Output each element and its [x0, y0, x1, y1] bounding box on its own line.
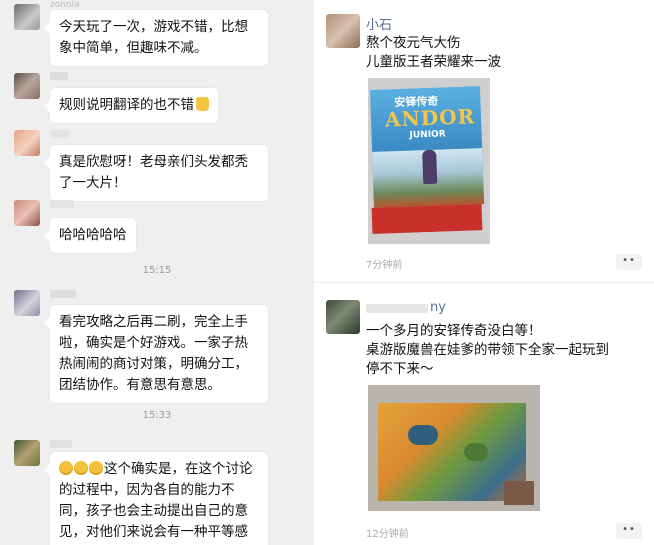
avatar[interactable]: [326, 300, 360, 334]
post-photo[interactable]: 安铎传奇 ANDOR JUNIOR: [368, 78, 490, 244]
post-divider: [314, 282, 654, 283]
sender-nick: [50, 290, 76, 298]
sender-nick: [50, 130, 70, 138]
message-text: 今天玩了一次，游戏不错，比想象中简单，但趣味不减。: [59, 19, 248, 56]
post-time: 12分钟前: [366, 529, 409, 540]
message-bubble[interactable]: 这个确实是，在这个讨论的过程中，因为各自的能力不同，孩子也会主动提出自己的意见，…: [44, 452, 268, 545]
message-bubble[interactable]: 规则说明翻译的也不错: [44, 88, 218, 123]
thumbs-up-icon: [196, 97, 209, 111]
avatar[interactable]: [14, 200, 40, 226]
group-chat-panel: zonnla 今天玩了一次，游戏不错，比想象中简单，但趣味不减。 规则说明翻译的…: [0, 0, 314, 545]
message-text: 这个确实是，在这个讨论的过程中，因为各自的能力不同，孩子也会主动提出自己的意见，…: [59, 461, 253, 540]
post-author[interactable]: 小石: [366, 14, 392, 33]
sender-nick: [50, 72, 68, 80]
emoji-icon: [89, 461, 103, 475]
game-box: 安铎传奇 ANDOR JUNIOR: [369, 86, 485, 208]
message-bubble[interactable]: 真是欣慰呀！老母亲们头发都秃了一大片！: [44, 145, 268, 201]
timestamp: 15:15: [142, 265, 172, 276]
post-text-line: 儿童版王者荣耀来一波: [366, 54, 501, 70]
more-options-button[interactable]: ••: [616, 254, 642, 270]
post-text-line: 一个多月的安铎传奇没白等！: [366, 323, 542, 339]
post-photo[interactable]: [368, 385, 540, 511]
message-text: 看完攻略之后再二刷，完全上手啦，确实是个好游戏。一家子热热闹闹的商讨对策，明确分…: [59, 314, 248, 393]
timestamp: 15:33: [142, 410, 172, 421]
message-bubble[interactable]: 哈哈哈哈哈: [44, 218, 136, 253]
message-bubble[interactable]: 今天玩了一次，游戏不错，比想象中简单，但趣味不减。: [44, 10, 268, 66]
card-stack: [504, 481, 534, 505]
box-character: [422, 149, 438, 185]
avatar[interactable]: [14, 4, 40, 30]
box-subtitle: JUNIOR: [409, 129, 446, 141]
sender-nick: [50, 440, 72, 448]
emoji-icon: [74, 461, 88, 475]
post-text-line: 桌游版魔兽在娃爹的带领下全家一起玩到: [366, 342, 609, 358]
message-text: 真是欣慰呀！老母亲们头发都秃了一大片！: [59, 154, 248, 191]
post-time: 7分钟前: [366, 260, 403, 271]
more-options-button[interactable]: ••: [616, 523, 642, 539]
avatar[interactable]: [326, 14, 360, 48]
sender-nick: [50, 200, 74, 208]
avatar[interactable]: [14, 290, 40, 316]
post-text-line: 熬个夜元气大伤: [366, 35, 461, 51]
post-author-redacted: [366, 304, 428, 313]
avatar[interactable]: [14, 130, 40, 156]
message-text: 规则说明翻译的也不错: [59, 97, 194, 113]
post-text-line: 停不下来～: [366, 361, 434, 377]
avatar[interactable]: [14, 73, 40, 99]
box-bottom-band: [371, 204, 483, 234]
post-author[interactable]: ny: [430, 300, 446, 315]
sender-nick: zonnla: [50, 0, 80, 10]
message-bubble[interactable]: 看完攻略之后再二刷，完全上手啦，确实是个好游戏。一家子热热闹闹的商讨对策，明确分…: [44, 305, 268, 403]
message-text: 哈哈哈哈哈: [59, 227, 127, 243]
board-tile: [464, 443, 488, 461]
avatar[interactable]: [14, 440, 40, 466]
board-tile: [408, 425, 438, 445]
moments-feed-panel: 小石 熬个夜元气大伤 儿童版王者荣耀来一波 安铎传奇 ANDOR JUNIOR …: [314, 0, 654, 545]
emoji-icon: [59, 461, 73, 475]
box-brand: ANDOR: [384, 104, 476, 132]
